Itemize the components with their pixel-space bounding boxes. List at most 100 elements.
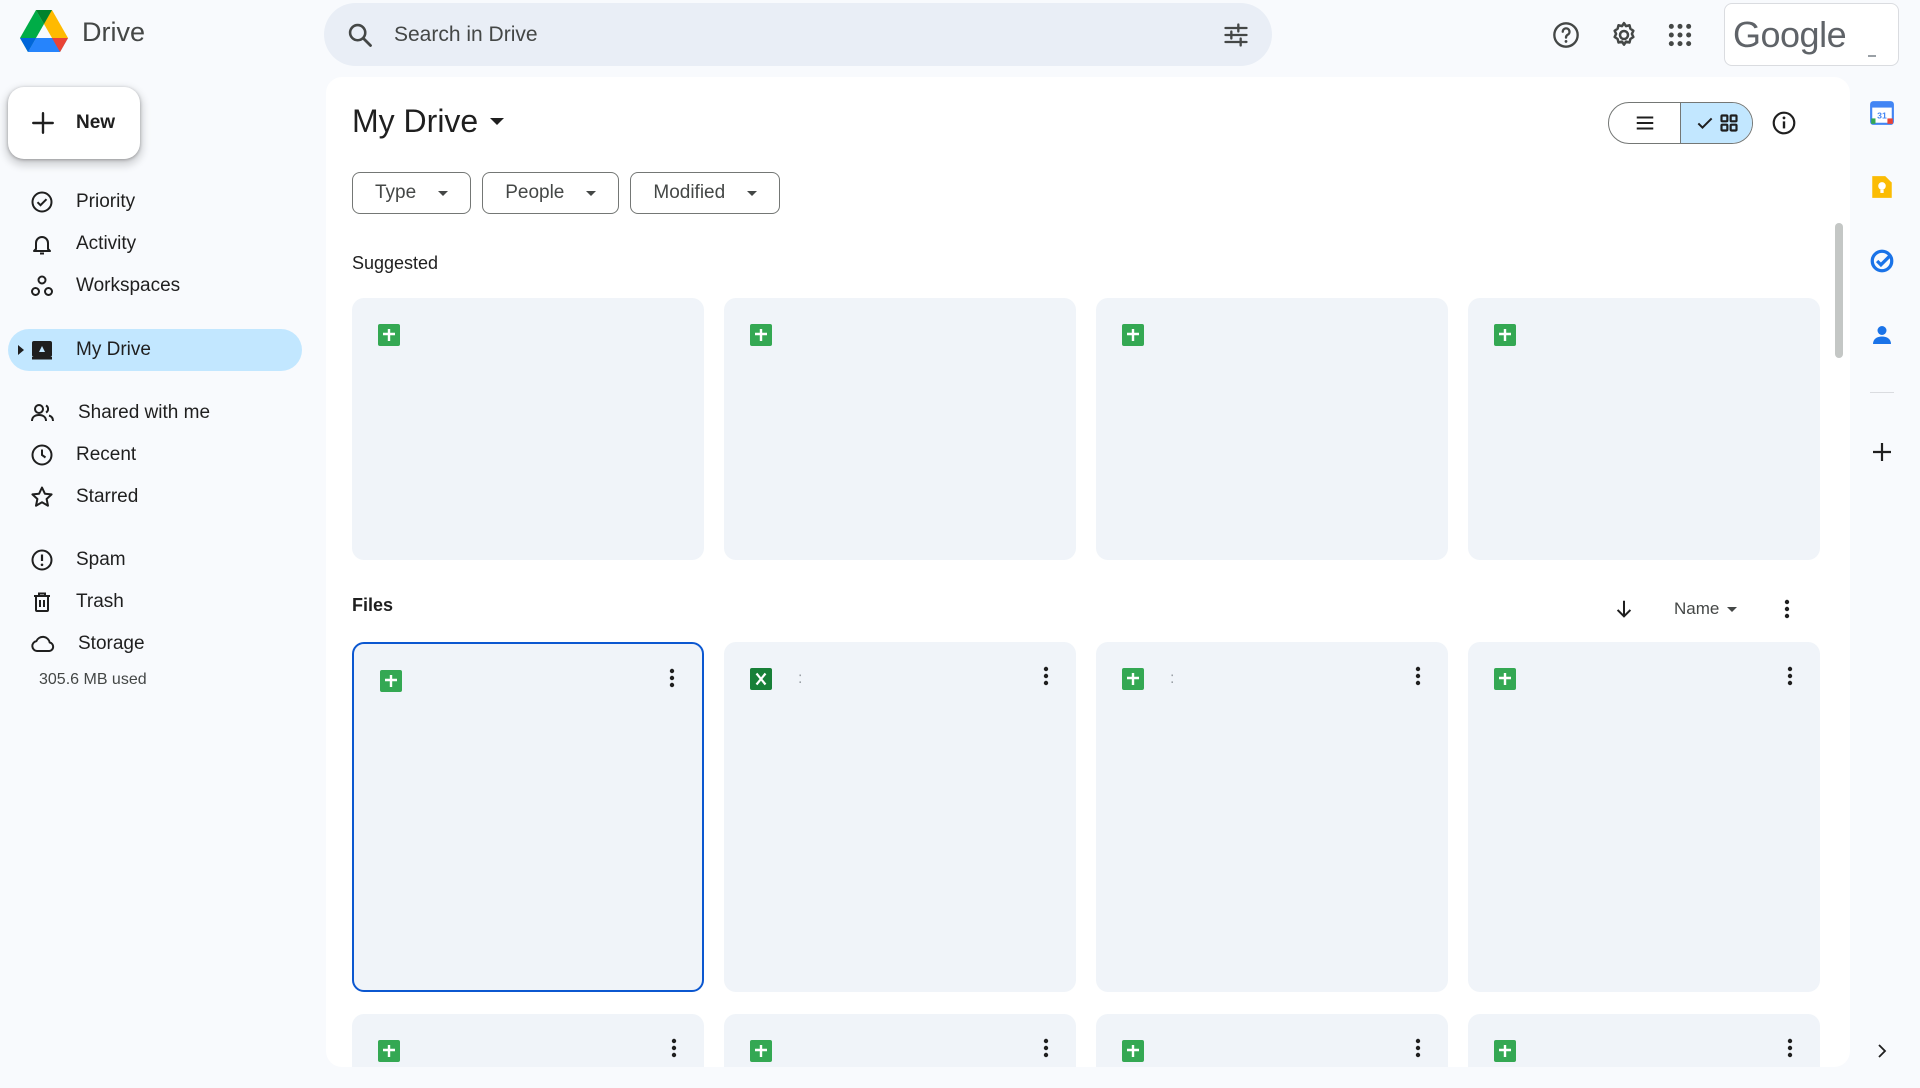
tune-icon[interactable]	[1222, 21, 1250, 49]
more-vert-icon[interactable]	[658, 1032, 690, 1064]
help-icon	[1553, 22, 1579, 48]
apps-button[interactable]	[1660, 15, 1700, 55]
filter-label: People	[505, 182, 565, 203]
chevron-down-icon	[438, 190, 449, 196]
more-vert-icon[interactable]	[1774, 1032, 1806, 1064]
calendar-icon: 31	[1870, 101, 1894, 125]
more-vert-icon[interactable]	[1774, 660, 1806, 692]
sidebar-item-starred[interactable]: Starred	[8, 476, 302, 518]
app-name: Drive	[82, 16, 146, 47]
more-vert-icon[interactable]	[1402, 1032, 1434, 1064]
drive-logo[interactable]: Drive	[20, 10, 145, 54]
drive-logo-icon	[20, 10, 68, 52]
contacts-button[interactable]	[1862, 315, 1902, 355]
search-bar[interactable]	[324, 3, 1272, 66]
files-more-button[interactable]	[1767, 589, 1807, 629]
page-title-button[interactable]: My Drive	[352, 103, 505, 140]
sidebar-item-shared[interactable]: Shared with me	[8, 392, 302, 434]
file-name: :	[1170, 670, 1175, 687]
sheets-icon	[378, 1040, 400, 1067]
sidebar-item-storage[interactable]: Storage	[8, 623, 302, 665]
new-button-label: New	[76, 112, 116, 133]
sidebar-item-workspaces[interactable]: Workspaces	[8, 265, 302, 307]
file-card[interactable]	[724, 1014, 1076, 1067]
excel-icon	[750, 668, 772, 695]
file-card[interactable]: :	[724, 642, 1076, 992]
sidebar-item-recent[interactable]: Recent	[8, 434, 302, 476]
file-card[interactable]	[1468, 642, 1820, 992]
file-card[interactable]	[1468, 1014, 1820, 1067]
add-addon-button[interactable]	[1862, 432, 1902, 472]
file-card[interactable]: :	[1096, 642, 1448, 992]
details-button[interactable]	[1764, 103, 1804, 143]
chevron-down-icon	[747, 190, 758, 196]
list-view-button[interactable]	[1609, 103, 1680, 143]
more-vert-icon	[1785, 599, 1790, 619]
more-vert-icon[interactable]	[1030, 660, 1062, 692]
keep-icon	[1872, 176, 1892, 198]
scrollbar-thumb[interactable]	[1835, 223, 1843, 358]
sidebar-item-label: Shared with me	[78, 402, 211, 423]
info-icon	[1772, 111, 1796, 135]
sheets-icon	[750, 324, 772, 351]
main-panel: My Drive Type People Modified Suggested …	[326, 77, 1850, 1067]
more-vert-icon[interactable]	[1030, 1032, 1062, 1064]
filter-chips: Type People Modified	[352, 172, 781, 214]
new-button[interactable]: New	[8, 87, 140, 159]
sheets-icon	[1494, 668, 1516, 695]
suggested-card[interactable]	[352, 298, 704, 560]
sidebar-item-label: Workspaces	[76, 275, 181, 296]
chevron-down-icon	[1727, 606, 1738, 612]
expand-caret-icon[interactable]	[18, 345, 24, 355]
gear-icon	[1613, 21, 1635, 46]
sheets-icon	[1122, 1040, 1144, 1067]
add-icon	[1873, 443, 1891, 461]
suggested-card[interactable]	[1468, 298, 1820, 560]
sidebar-item-trash[interactable]: Trash	[8, 581, 302, 623]
sheets-icon	[378, 324, 400, 351]
sort-direction-button[interactable]	[1604, 589, 1644, 629]
star-icon	[31, 486, 53, 507]
account-dash	[1868, 55, 1876, 57]
workspaces-icon	[31, 275, 53, 296]
file-card[interactable]	[352, 1014, 704, 1067]
apps-grid-icon	[1668, 23, 1692, 47]
tasks-icon	[1870, 249, 1894, 273]
chevron-down-icon	[586, 190, 597, 196]
filter-type[interactable]: Type	[352, 172, 472, 214]
contacts-icon	[1873, 326, 1891, 344]
sidebar-item-label: My Drive	[76, 339, 151, 360]
suggested-card[interactable]	[724, 298, 1076, 560]
sidebar-item-label: Starred	[76, 486, 139, 507]
show-side-panel-button[interactable]	[1862, 1031, 1902, 1071]
settings-button[interactable]	[1604, 15, 1644, 55]
sheets-icon	[750, 1040, 772, 1067]
tasks-button[interactable]	[1862, 241, 1902, 281]
suggested-card[interactable]	[1096, 298, 1448, 560]
sidebar-item-label: Activity	[76, 233, 137, 254]
account-button[interactable]: Google	[1724, 3, 1899, 66]
help-button[interactable]	[1546, 15, 1586, 55]
apps-wrap	[1660, 15, 1700, 55]
calendar-day: 31	[1877, 110, 1887, 120]
grid-view-button[interactable]	[1680, 103, 1752, 143]
sidebar-item-priority[interactable]: Priority	[8, 181, 302, 223]
file-card[interactable]	[1096, 1014, 1448, 1067]
keep-button[interactable]	[1862, 167, 1902, 207]
filter-label: Modified	[653, 182, 726, 203]
search-input[interactable]	[394, 22, 1222, 47]
sidebar-item-spam[interactable]: Spam	[8, 539, 302, 581]
calendar-button[interactable]: 31	[1862, 93, 1902, 133]
file-card[interactable]	[352, 642, 704, 992]
sidebar-item-my-drive[interactable]: My Drive	[8, 329, 302, 371]
trash-icon	[34, 592, 50, 612]
sheets-icon	[1494, 324, 1516, 351]
sidebar-item-activity[interactable]: Activity	[8, 223, 302, 265]
more-vert-icon[interactable]	[1402, 660, 1434, 692]
filter-people[interactable]: People	[482, 172, 620, 214]
sort-by-button[interactable]: Name	[1674, 599, 1738, 619]
more-vert-icon[interactable]	[656, 662, 688, 694]
search-icon[interactable]	[346, 21, 374, 49]
list-icon	[1636, 116, 1653, 130]
filter-modified[interactable]: Modified	[630, 172, 781, 214]
